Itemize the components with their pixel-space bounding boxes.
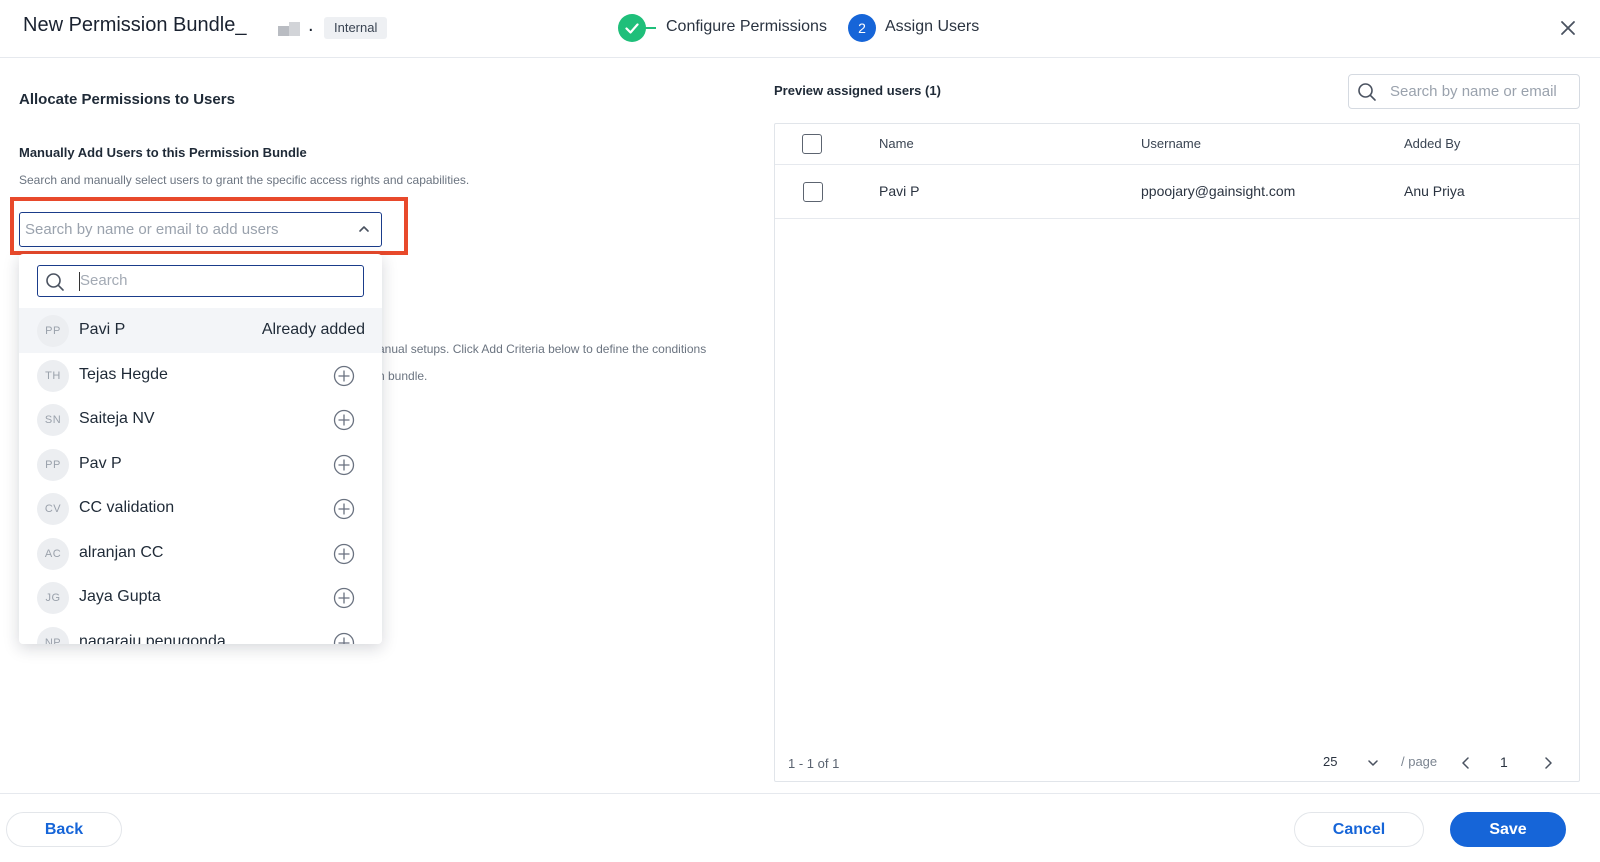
list-item[interactable]: PP Pav P <box>19 442 382 487</box>
table-row: Pavi P ppoojary@gainsight.com Anu Priya <box>775 165 1579 219</box>
preview-assigned-users-title: Preview assigned users (1) <box>774 83 941 98</box>
user-name: Jaya Gupta <box>79 588 161 605</box>
add-circle-icon[interactable] <box>333 409 355 431</box>
add-circle-icon[interactable] <box>333 498 355 520</box>
page-size-value[interactable]: 25 <box>1323 754 1337 769</box>
dropdown-search-placeholder: Search <box>80 272 128 289</box>
avatar: TH <box>37 359 69 392</box>
manual-add-description: Search and manually select users to gran… <box>19 173 470 187</box>
criteria-description-line: anual setups. Click Add Criteria below t… <box>378 342 707 356</box>
avatar: CV <box>37 493 69 525</box>
add-users-placeholder: Search by name or email to add users <box>25 221 279 238</box>
step-connector <box>644 27 656 29</box>
close-icon[interactable] <box>1556 16 1580 40</box>
avatar: NP <box>37 626 69 644</box>
user-name: Saiteja NV <box>79 410 155 427</box>
criteria-description-line: n bundle. <box>378 369 428 383</box>
avatar: PP <box>37 315 69 347</box>
add-circle-icon[interactable] <box>333 587 355 609</box>
add-users-select[interactable]: Search by name or email to add users <box>19 212 382 247</box>
user-dropdown: Search PP Pavi P Already added TH Tejas … <box>19 254 382 644</box>
user-list: PP Pavi P Already added TH Tejas Hegde S… <box>19 308 382 644</box>
chevron-up-icon <box>359 226 369 232</box>
page-title: New Permission Bundle_ <box>23 14 247 36</box>
list-item[interactable]: SN Saiteja NV <box>19 397 382 442</box>
step-assign-users[interactable]: Assign Users <box>885 18 979 36</box>
user-name: Tejas Hegde <box>79 365 168 383</box>
pagination-range: 1 - 1 of 1 <box>788 756 840 771</box>
row-checkbox[interactable] <box>803 182 823 202</box>
cancel-button[interactable]: Cancel <box>1294 812 1424 847</box>
modal-footer: Back Cancel Save <box>0 793 1600 862</box>
list-item[interactable]: TH Tejas Hegde <box>19 353 382 398</box>
column-header-added-by[interactable]: Added By <box>1404 136 1460 151</box>
save-button[interactable]: Save <box>1450 812 1566 847</box>
user-name: Pav P <box>79 454 122 472</box>
section-title: Allocate Permissions to Users <box>19 91 235 108</box>
list-item[interactable]: NP nagaraju penugonda <box>19 620 382 645</box>
per-page-label: / page <box>1401 754 1438 769</box>
cell-added-by: Anu Priya <box>1404 183 1465 199</box>
already-added-label: Already added <box>261 321 365 338</box>
list-item[interactable]: JG Jaya Gupta <box>19 575 382 620</box>
column-header-name[interactable]: Name <box>879 136 914 151</box>
search-icon <box>46 273 64 291</box>
avatar: JG <box>37 582 69 614</box>
assigned-users-table: Name Username Added By Pavi P ppoojary@g… <box>774 123 1580 782</box>
list-item[interactable]: CV CC validation <box>19 486 382 531</box>
chevron-left-icon[interactable] <box>1459 755 1473 771</box>
avatar: SN <box>37 404 69 436</box>
current-page-number[interactable]: 1 <box>1500 754 1508 770</box>
add-circle-icon[interactable] <box>333 632 355 645</box>
cell-name: Pavi P <box>879 183 920 199</box>
chevron-right-icon[interactable] <box>1541 755 1555 771</box>
select-all-checkbox[interactable] <box>802 134 822 154</box>
chevron-down-icon[interactable] <box>1367 758 1379 768</box>
dropdown-search-input[interactable]: Search <box>37 265 364 297</box>
step-number-badge: 2 <box>848 14 876 42</box>
user-name: CC validation <box>79 499 175 516</box>
manual-add-title: Manually Add Users to this Permission Bu… <box>19 145 307 160</box>
add-circle-icon[interactable] <box>333 454 355 476</box>
modal-header: New Permission Bundle_ . Internal Config… <box>0 0 1600 58</box>
list-item[interactable]: PP Pavi P Already added <box>19 308 382 353</box>
list-item[interactable]: AC alranjan CC <box>19 531 382 576</box>
back-button[interactable]: Back <box>6 812 122 847</box>
title-suffix: . <box>308 14 314 36</box>
user-name: Pavi P <box>79 321 126 338</box>
step-configure-permissions[interactable]: Configure Permissions <box>666 18 827 36</box>
user-name: alranjan CC <box>79 543 164 561</box>
assigned-users-search-placeholder: Search by name or email <box>1390 83 1557 100</box>
avatar: PP <box>37 448 69 481</box>
table-header: Name Username Added By <box>775 124 1579 165</box>
add-circle-icon[interactable] <box>333 543 355 565</box>
internal-badge: Internal <box>324 17 388 39</box>
search-icon <box>1358 83 1376 101</box>
redacted-text <box>278 22 300 36</box>
avatar: AC <box>37 537 69 570</box>
user-name: nagaraju penugonda <box>79 632 226 645</box>
assigned-users-search-input[interactable]: Search by name or email <box>1348 74 1580 109</box>
cell-username: ppoojary@gainsight.com <box>1141 183 1296 199</box>
add-circle-icon[interactable] <box>333 365 355 387</box>
step-complete-check-icon <box>618 14 646 42</box>
column-header-username[interactable]: Username <box>1141 136 1201 151</box>
